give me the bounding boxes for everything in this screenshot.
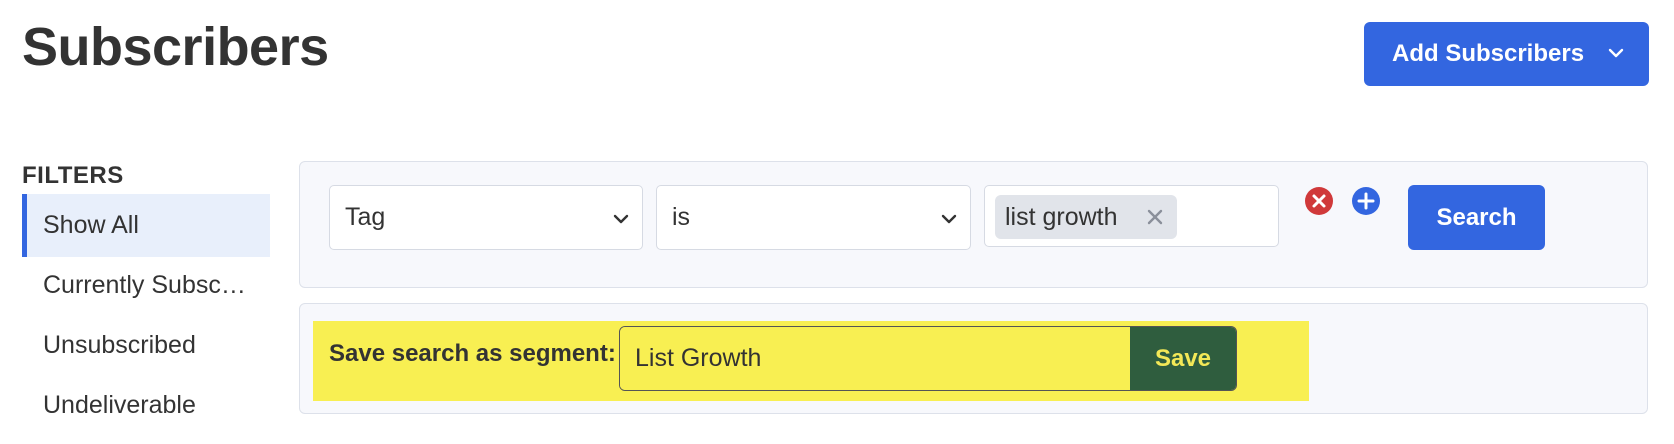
segment-name-input[interactable]: List Growth	[620, 327, 1130, 390]
sidebar-item-label: Currently Subscribed	[43, 271, 246, 299]
segment-form: List Growth Save	[619, 326, 1237, 391]
close-icon[interactable]	[1145, 207, 1165, 227]
sidebar-item-label: Unsubscribed	[43, 331, 196, 359]
save-segment-button[interactable]: Save	[1130, 327, 1236, 390]
chevron-down-icon	[1608, 48, 1624, 58]
sidebar-item-label: Show All	[43, 211, 139, 239]
chevron-down-icon	[941, 214, 957, 224]
sidebar-item-show-all[interactable]: Show All	[22, 194, 270, 257]
segment-highlight: Save search as segment: List Growth Save	[313, 321, 1309, 401]
page-title: Subscribers	[22, 17, 329, 77]
tag-input[interactable]: list growth	[984, 185, 1279, 247]
operator-select[interactable]: is	[656, 185, 971, 250]
filter-panel: Tag is list growth Search	[299, 161, 1648, 288]
operator-select-value: is	[672, 203, 691, 231]
save-segment-label: Save	[1154, 344, 1212, 372]
search-button[interactable]: Search	[1408, 185, 1545, 250]
segment-panel: Save search as segment: List Growth Save	[299, 303, 1648, 414]
field-select-value: Tag	[345, 203, 386, 231]
chevron-down-icon	[613, 214, 629, 224]
segment-name-value: List Growth	[635, 344, 762, 372]
sidebar-item-undeliverable[interactable]: Undeliverable	[22, 374, 270, 437]
add-circle-icon[interactable]	[1351, 186, 1381, 216]
remove-circle-icon[interactable]	[1304, 186, 1334, 216]
add-subscribers-label: Add Subscribers	[1392, 40, 1585, 67]
add-subscribers-button[interactable]: Add Subscribers	[1364, 22, 1649, 86]
segment-label: Save search as segment:	[329, 340, 616, 367]
sidebar-item-unsubscribed[interactable]: Unsubscribed	[22, 314, 270, 377]
tag-chip: list growth	[995, 195, 1177, 239]
sidebar-item-label: Undeliverable	[43, 391, 196, 419]
tag-chip-label: list growth	[1005, 202, 1118, 231]
filters-heading: FILTERS	[22, 162, 124, 189]
field-select[interactable]: Tag	[329, 185, 643, 250]
subscribers-page: Subscribers Add Subscribers FILTERS Show…	[0, 0, 1674, 444]
sidebar-item-currently-subscribed[interactable]: Currently Subscribed	[22, 254, 250, 317]
